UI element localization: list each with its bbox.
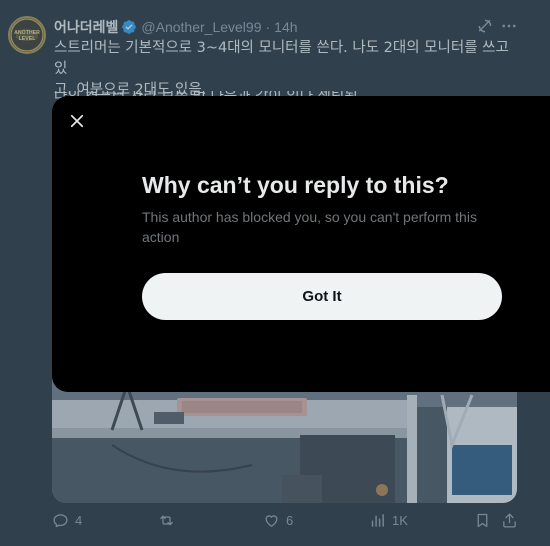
dialog-title: Why can’t you reply to this? — [142, 172, 449, 198]
got-it-button[interactable]: Got It — [142, 273, 502, 320]
dialog-message: This author has blocked you, so you can'… — [142, 209, 477, 245]
close-icon — [70, 114, 84, 128]
cannot-reply-dialog: Why can’t you reply to this? This author… — [52, 96, 550, 392]
close-button[interactable] — [61, 105, 93, 137]
